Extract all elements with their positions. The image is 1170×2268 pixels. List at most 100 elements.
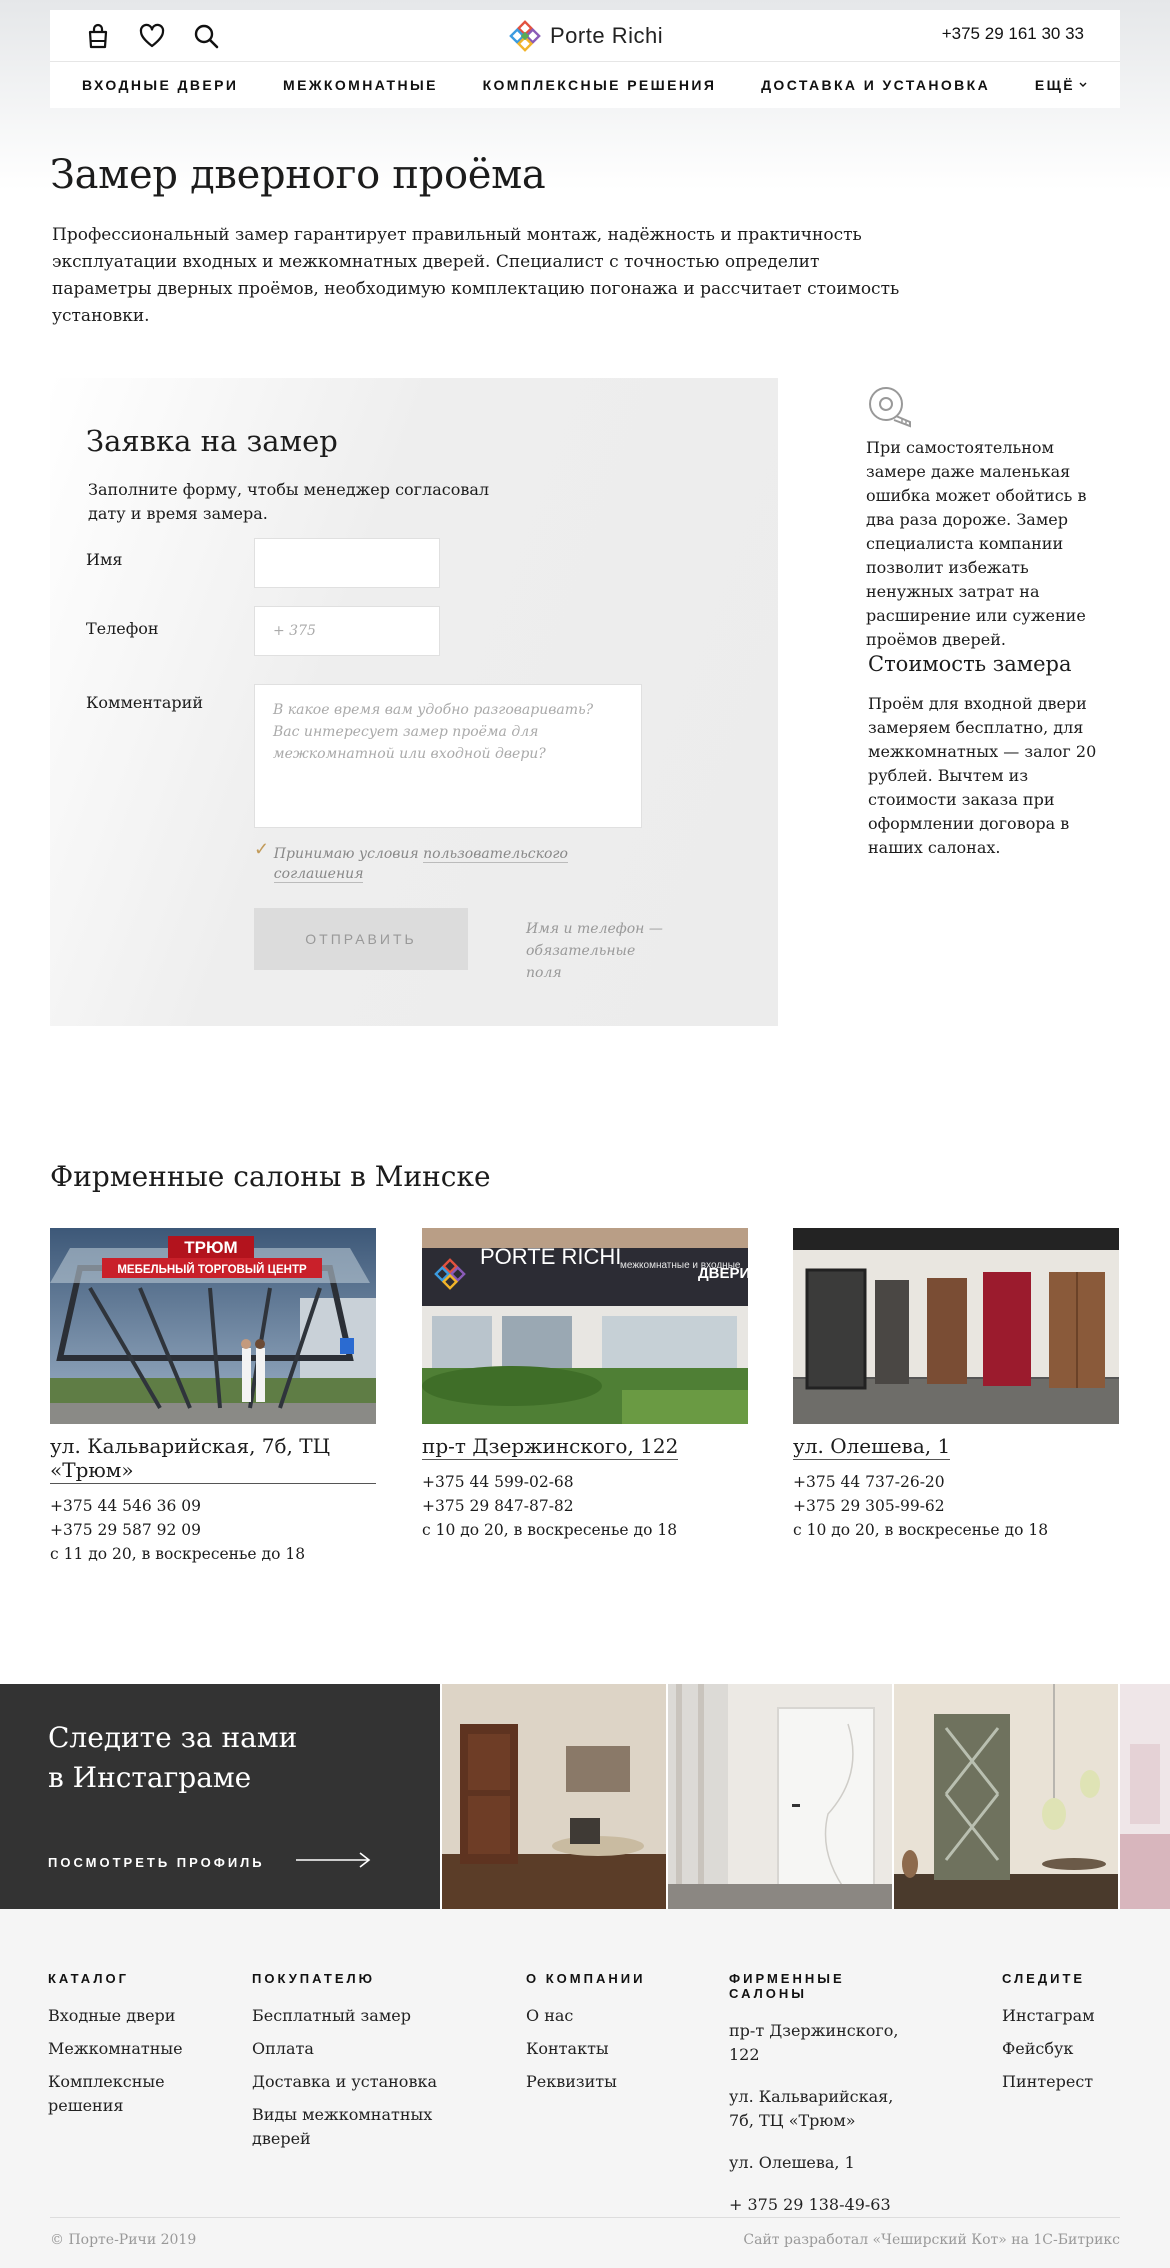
- nav-item-delivery[interactable]: ДОСТАВКА И УСТАНОВКА: [761, 77, 990, 93]
- porte-sign-doors: ДВЕРИ: [698, 1265, 748, 1282]
- submit-button[interactable]: ОТПРАВИТЬ: [254, 908, 468, 970]
- footer-link[interactable]: Виды межкомнатных дверей: [252, 2103, 442, 2151]
- nav-more-label: ЕЩЁ: [1034, 77, 1075, 93]
- nav-item-more[interactable]: ЕЩЁ: [1035, 77, 1088, 93]
- footer-link[interactable]: Межкомнатные: [48, 2037, 218, 2061]
- footer-link[interactable]: ул. Олешева, 1: [729, 2151, 929, 2175]
- salon-contacts: +375 44 737-26-20 +375 29 305-99-62 с 10…: [793, 1470, 1119, 1542]
- nav-item-interior[interactable]: МЕЖКОМНАТНЫЕ: [283, 77, 438, 93]
- footer-link[interactable]: Фейсбук: [1002, 2037, 1122, 2061]
- salon-address-link[interactable]: пр-т Дзержинского, 122: [422, 1434, 679, 1460]
- instagram-title-line: в Инстаграме: [48, 1761, 252, 1794]
- instagram-photo[interactable]: [1120, 1684, 1170, 1909]
- trum-sign-text: ТРЮМ: [184, 1238, 237, 1257]
- checkmark-icon: ✓: [254, 839, 270, 860]
- footer-column-title: СЛЕДИТЕ: [1002, 1971, 1086, 1986]
- main-nav: ВХОДНЫЕ ДВЕРИ МЕЖКОМНАТНЫЕ КОМПЛЕКСНЫЕ Р…: [50, 62, 1120, 108]
- salon-contacts: +375 44 546 36 09 +375 29 587 92 09 с 11…: [50, 1494, 376, 1566]
- instagram-block: Следите за нами в Инстаграме ПОСМОТРЕТЬ П…: [0, 1684, 440, 1909]
- footer-column-follow: СЛЕДИТЕ Инстаграм Фейсбук Пинтерест: [1002, 1971, 1122, 2103]
- nav-item-entrance-doors[interactable]: ВХОДНЫЕ ДВЕРИ: [82, 77, 238, 93]
- site-header: Porte Richi +375 29 161 30 33 ВХОДНЫЕ ДВ…: [50, 10, 1120, 108]
- footer-link[interactable]: Пинтерест: [1002, 2070, 1122, 2094]
- salon-hours: с 11 до 20, в воскресенье до 18: [50, 1545, 306, 1563]
- comment-label: Комментарий: [86, 693, 203, 712]
- measure-request-form: Заявка на замер Заполните форму, чтобы м…: [50, 378, 778, 1026]
- footer-link[interactable]: Бесплатный замер: [252, 2004, 452, 2028]
- logo-text: Porte Richi: [550, 23, 664, 48]
- footer-link[interactable]: Инстаграм: [1002, 2004, 1122, 2028]
- instagram-title: Следите за нами в Инстаграме: [48, 1718, 297, 1798]
- name-label: Имя: [86, 550, 123, 569]
- salon-phone[interactable]: +375 44 599-02-68: [422, 1470, 748, 1494]
- copyright: © Порте-Ричи 2019: [50, 2232, 197, 2248]
- footer-link[interactable]: Входные двери: [48, 2004, 218, 2028]
- heart-icon[interactable]: [138, 22, 166, 50]
- instagram-photo[interactable]: [668, 1684, 892, 1909]
- page-title: Замер дверного проёма: [50, 152, 546, 198]
- footer-link[interactable]: пр-т Дзержинского, 122: [729, 2019, 929, 2067]
- self-measure-note: При самостоятельном замере даже маленька…: [866, 438, 1087, 649]
- form-title: Заявка на замер: [86, 424, 338, 458]
- phone-input[interactable]: + 375: [254, 606, 440, 656]
- developer-credit[interactable]: Сайт разработал «Чеширский Кот» на 1С-Би…: [743, 2232, 1120, 2248]
- salon-phone[interactable]: +375 44 737-26-20: [793, 1470, 1119, 1494]
- bag-icon[interactable]: [84, 22, 112, 50]
- nav-item-complex-solutions[interactable]: КОМПЛЕКСНЫЕ РЕШЕНИЯ: [483, 77, 717, 93]
- footer-column-company: О КОМПАНИИ О нас Контакты Реквизиты: [526, 1971, 706, 2103]
- salon-contacts: +375 44 599-02-68 +375 29 847-87-82 с 10…: [422, 1470, 748, 1542]
- salon-phone[interactable]: +375 44 546 36 09: [50, 1494, 376, 1518]
- salon-address-link[interactable]: ул. Олешева, 1: [793, 1434, 951, 1460]
- instagram-photo[interactable]: [894, 1684, 1118, 1909]
- salon-card: ТРЮМ МЕБЕЛЬНЫЙ ТОРГОВЫЙ ЦЕНТР ул. Кальва…: [50, 1228, 376, 1566]
- tape-measure-icon: [866, 382, 914, 430]
- salon-photo-dzerzhinskogo[interactable]: PORTE RICHI межкомнатные и входные ДВЕРИ: [422, 1228, 748, 1424]
- footer-column-catalog: КАТАЛОГ Входные двери Межкомнатные Компл…: [48, 1971, 218, 2127]
- footer-link[interactable]: Реквизиты: [526, 2070, 706, 2094]
- salons-title: Фирменные салоны в Минске: [50, 1160, 491, 1193]
- salon-photo-trum[interactable]: ТРЮМ МЕБЕЛЬНЫЙ ТОРГОВЫЙ ЦЕНТР: [50, 1228, 376, 1424]
- agree-text: Принимаю условия пользовательского согла…: [273, 844, 594, 884]
- name-input[interactable]: [254, 538, 440, 588]
- form-subtitle: Заполните форму, чтобы менеджер согласов…: [88, 480, 490, 523]
- salon-card: ул. Олешева, 1 +375 44 737-26-20 +375 29…: [793, 1228, 1119, 1542]
- agree-checkbox[interactable]: ✓ Принимаю условия пользовательского сог…: [254, 840, 594, 884]
- footer-column-buyer: ПОКУПАТЕЛЮ Бесплатный замер Оплата Доста…: [252, 1971, 452, 2160]
- instagram-title-line: Следите за нами: [48, 1721, 298, 1754]
- footer-link[interactable]: О нас: [526, 2004, 706, 2028]
- footer-column-salons: ФИРМЕННЫЕ САЛОНЫ пр-т Дзержинского, 122 …: [729, 1971, 929, 2226]
- agree-prefix: Принимаю условия: [273, 846, 424, 862]
- footer-link[interactable]: Доставка и установка: [252, 2070, 452, 2094]
- arrow-right-icon[interactable]: [296, 1850, 372, 1870]
- comment-textarea[interactable]: В какое время вам удобно разговаривать? …: [254, 684, 642, 828]
- salon-address-link[interactable]: ул. Кальварийская, 7б, ТЦ «Трюм»: [50, 1434, 376, 1484]
- salon-phone[interactable]: +375 29 587 92 09: [50, 1518, 376, 1542]
- phone-label: Телефон: [86, 619, 159, 638]
- salon-phone[interactable]: +375 29 847-87-82: [422, 1494, 748, 1518]
- trum-banner-text: МЕБЕЛЬНЫЙ ТОРГОВЫЙ ЦЕНТР: [117, 1263, 307, 1276]
- view-profile-link[interactable]: ПОСМОТРЕТЬ ПРОФИЛЬ: [48, 1855, 265, 1870]
- footer-column-title: ФИРМЕННЫЕ САЛОНЫ: [729, 1971, 845, 2001]
- logo-mark-icon: [509, 20, 541, 52]
- footer-link[interactable]: Контакты: [526, 2037, 706, 2061]
- footer-divider: [50, 2217, 1120, 2218]
- footer-link[interactable]: ул. Кальварийская, 7б, ТЦ «Трюм»: [729, 2085, 909, 2133]
- footer-link[interactable]: Оплата: [252, 2037, 452, 2061]
- salon-photo-olesheva[interactable]: [793, 1228, 1119, 1424]
- footer-column-title: О КОМПАНИИ: [526, 1971, 646, 1986]
- search-icon[interactable]: [192, 22, 220, 50]
- footer-link[interactable]: Комплексные решения: [48, 2070, 178, 2118]
- measure-price-title: Стоимость замера: [868, 652, 1072, 676]
- footer-column-title: КАТАЛОГ: [48, 1971, 129, 1986]
- salon-hours: с 10 до 20, в воскресенье до 18: [793, 1521, 1049, 1539]
- salon-phone[interactable]: +375 29 305-99-62: [793, 1494, 1119, 1518]
- logo[interactable]: Porte Richi: [508, 18, 663, 54]
- measure-price-text: Проём для входной двери замеряем бесплат…: [868, 694, 1097, 857]
- instagram-photo[interactable]: [442, 1684, 666, 1909]
- footer-column-title: ПОКУПАТЕЛЮ: [252, 1971, 376, 1986]
- header-phone[interactable]: +375 29 161 30 33: [942, 24, 1084, 44]
- salon-card: PORTE RICHI межкомнатные и входные ДВЕРИ…: [422, 1228, 748, 1542]
- site-footer: КАТАЛОГ Входные двери Межкомнатные Компл…: [0, 1909, 1170, 2268]
- page-intro: Профессиональный замер гарантирует прави…: [52, 225, 900, 326]
- footer-phone[interactable]: + 375 29 138-49-63: [729, 2193, 929, 2217]
